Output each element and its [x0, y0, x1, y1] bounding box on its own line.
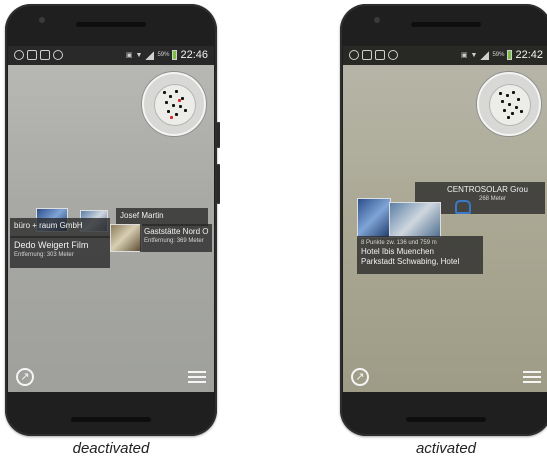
location-icon [14, 50, 24, 60]
front-camera [39, 17, 45, 23]
volume-button [217, 164, 220, 204]
radar-poi-dot [175, 113, 178, 116]
phone-deactivated: ▣ ▼ 59% 22:46 Josef Martin büro + raum G… [5, 4, 220, 436]
image-icon [40, 50, 50, 60]
power-button [217, 122, 220, 148]
radar-poi-dot [520, 110, 523, 113]
location-icon [349, 50, 359, 60]
radar-poi-dot [517, 98, 520, 101]
sync-icon [388, 50, 398, 60]
poi-cluster-card[interactable]: 8 Punkte zw. 136 und 759 m Hotel Ibis Mu… [357, 236, 483, 274]
poi-title: Hotel Ibis Muenchen [361, 247, 434, 256]
document-icon [362, 50, 372, 60]
compass-icon[interactable]: ↗ [351, 368, 369, 386]
clock: 22:42 [515, 49, 543, 61]
radar-icon[interactable] [477, 72, 541, 136]
hamburger-menu-icon[interactable] [523, 371, 541, 383]
radar-poi-dot [512, 91, 515, 94]
poi-thumbnail[interactable] [389, 202, 441, 238]
front-camera [374, 17, 380, 23]
bottom-speaker [71, 417, 151, 422]
phone-activated: ▣ ▼ 59% 22:42 CENTROSOLAR Grou 268 Meter… [340, 4, 547, 436]
radar-poi-dot [499, 92, 502, 95]
poi-card[interactable]: Gaststätte Nord O Entfernung: 369 Meter [140, 224, 212, 252]
radar-inner-ring [154, 84, 196, 126]
document-icon [27, 50, 37, 60]
clock: 22:46 [180, 49, 208, 61]
poi-subtitle: Parkstadt Schwabing, Hotel [361, 257, 460, 266]
ar-camera-view[interactable]: ▣ ▼ 59% 22:46 Josef Martin büro + raum G… [8, 46, 214, 392]
radar-poi-dot [501, 100, 504, 103]
battery-icon [507, 50, 513, 60]
nfc-icon: ▣ [125, 52, 133, 59]
poi-title: Dedo Weigert Film [14, 240, 89, 250]
battery-icon [172, 50, 178, 60]
battery-percent: 59% [492, 52, 505, 58]
radar-poi-dot-highlight [170, 116, 173, 119]
radar-poi-dot [163, 91, 166, 94]
radar-poi-dot [167, 110, 170, 113]
wifi-icon: ▼ [135, 51, 143, 59]
wifi-icon: ▼ [470, 51, 478, 59]
compass-icon[interactable]: ↗ [16, 368, 34, 386]
battery-percent: 59% [157, 52, 170, 58]
signal-icon [145, 50, 155, 60]
radar-poi-dot [172, 104, 175, 107]
status-bar: ▣ ▼ 59% 22:46 [8, 46, 214, 65]
signal-icon [480, 50, 490, 60]
poi-distance: Entfernung: 369 Meter [144, 238, 204, 244]
radar-poi-dot [508, 103, 511, 106]
radar-poi-dot [184, 109, 187, 112]
nfc-icon: ▣ [460, 52, 468, 59]
radar-poi-dot [181, 97, 184, 100]
radar-poi-dot [511, 112, 514, 115]
poi-thumbnail[interactable] [357, 198, 391, 238]
earpiece [411, 22, 481, 27]
image-icon [375, 50, 385, 60]
radar-poi-dot [175, 90, 178, 93]
sync-icon [53, 50, 63, 60]
radar-poi-dot [506, 94, 509, 97]
poi-title: Gaststätte Nord O [144, 227, 209, 236]
ar-camera-view[interactable]: ▣ ▼ 59% 22:42 CENTROSOLAR Grou 268 Meter… [343, 46, 547, 392]
poi-thumbnail[interactable] [110, 224, 142, 252]
radar-poi-dot-highlight [178, 99, 181, 102]
poi-title: CENTROSOLAR Grou [447, 185, 528, 194]
radar-poi-dot [179, 105, 182, 108]
caption-activated: activated [415, 440, 477, 457]
poi-title: Josef Martin [120, 211, 164, 220]
radar-poi-dot [503, 109, 506, 112]
radar-poi-dot [165, 101, 168, 104]
radar-poi-dot [169, 95, 172, 98]
poi-distance: Entfernung: 303 Meter [14, 252, 74, 258]
caption-deactivated: deactivated [72, 440, 150, 457]
poi-card[interactable]: Dedo Weigert Film Entfernung: 303 Meter [10, 236, 110, 268]
poi-card[interactable]: büro + raum GmbH [10, 218, 110, 238]
lock-icon [455, 200, 471, 214]
radar-icon[interactable] [142, 72, 206, 136]
radar-inner-ring [489, 84, 531, 126]
poi-title: büro + raum GmbH [14, 221, 83, 230]
poi-cluster-count: 8 Punkte zw. 136 und 759 m [361, 240, 437, 246]
hamburger-menu-icon[interactable] [188, 371, 206, 383]
status-bar: ▣ ▼ 59% 22:42 [343, 46, 547, 65]
radar-poi-dot [515, 106, 518, 109]
earpiece [76, 22, 146, 27]
bottom-speaker [406, 417, 486, 422]
radar-poi-dot [507, 116, 510, 119]
